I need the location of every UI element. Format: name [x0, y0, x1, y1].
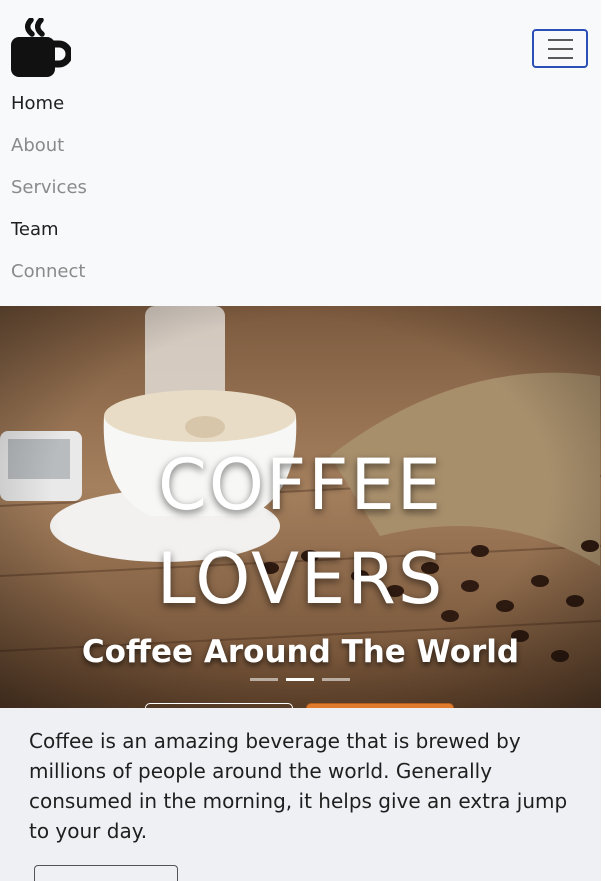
nav-link-team[interactable]: Team — [11, 219, 59, 240]
nav-link-about[interactable]: About — [11, 135, 64, 156]
intro-section: Coffee is an amazing beverage that is br… — [0, 708, 601, 881]
intro-button[interactable] — [34, 865, 178, 881]
hamburger-menu-button[interactable] — [532, 29, 588, 68]
carousel-indicator-3[interactable] — [322, 678, 350, 681]
hero-title-line-1: COFFEE — [158, 444, 443, 526]
hamburger-menu-icon-bar — [548, 48, 573, 50]
coffee-mug-icon[interactable] — [11, 18, 71, 78]
navbar: Home About Services Team Connect — [0, 0, 601, 306]
carousel-indicator-2[interactable] — [286, 678, 314, 681]
nav-link-connect[interactable]: Connect — [11, 261, 85, 282]
hero-carousel: COFFEE LOVERS Coffee Around The World — [0, 306, 601, 708]
intro-text: Coffee is an amazing beverage that is br… — [29, 729, 568, 843]
hero-subtitle: Coffee Around The World — [81, 634, 520, 670]
hamburger-menu-icon — [548, 39, 573, 41]
hamburger-menu-icon-bar — [548, 57, 573, 59]
hero-title-line-2: LOVERS — [156, 538, 445, 620]
nav-link-home[interactable]: Home — [11, 93, 64, 114]
nav-link-services[interactable]: Services — [11, 177, 87, 198]
carousel-indicator-1[interactable] — [250, 678, 278, 681]
